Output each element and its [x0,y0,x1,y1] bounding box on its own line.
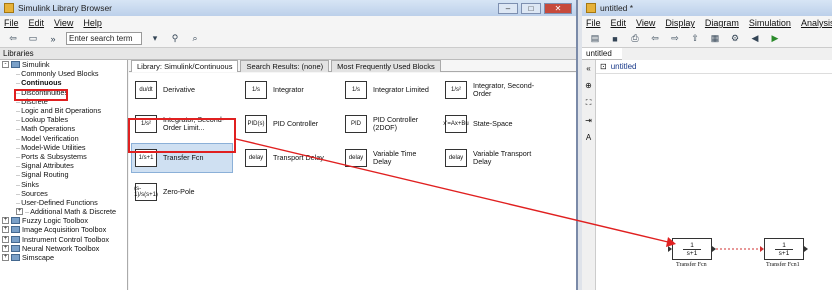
drag-arrow-head [666,237,676,247]
drag-arrow-line [235,138,669,243]
drag-arrow [235,138,676,247]
